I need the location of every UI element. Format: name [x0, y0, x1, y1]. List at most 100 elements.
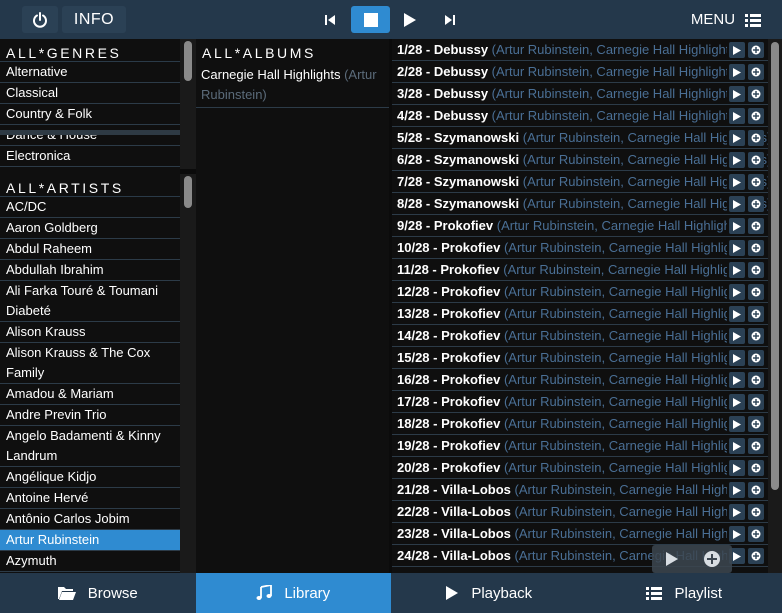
track-row[interactable]: 21/28 - Villa-Lobos (Artur Rubinstein, C… [392, 479, 768, 501]
add-track-button[interactable] [748, 108, 764, 124]
add-track-button[interactable] [748, 306, 764, 322]
play-track-button[interactable] [729, 350, 745, 366]
genre-item[interactable]: Dance & House [0, 125, 180, 146]
genre-item[interactable]: Country & Folk [0, 104, 180, 125]
play-track-button[interactable] [729, 42, 745, 58]
nav-tab-playback[interactable]: Playback [391, 573, 587, 613]
add-track-button[interactable] [748, 504, 764, 520]
genre-artist-divider[interactable] [0, 130, 196, 135]
add-track-button[interactable] [748, 526, 764, 542]
play-track-button[interactable] [729, 482, 745, 498]
track-row[interactable]: 5/28 - Szymanowski (Artur Rubinstein, Ca… [392, 127, 768, 149]
play-track-button[interactable] [729, 240, 745, 256]
play-all-icon[interactable] [664, 550, 680, 568]
artist-item[interactable]: Ali Farka Touré & Toumani Diabeté [0, 281, 180, 322]
add-track-button[interactable] [748, 438, 764, 454]
play-track-button[interactable] [729, 504, 745, 520]
nav-tab-library[interactable]: Library [195, 573, 391, 613]
play-track-button[interactable] [729, 262, 745, 278]
artist-item[interactable]: Antoine Hervé [0, 488, 180, 509]
album-item[interactable]: Carnegie Hall Highlights (Artur Rubinste… [196, 62, 389, 108]
add-track-button[interactable] [748, 482, 764, 498]
add-track-button[interactable] [748, 284, 764, 300]
nav-tab-playlist[interactable]: Playlist [587, 573, 782, 613]
artist-item[interactable]: Alison Krauss [0, 322, 180, 343]
genre-item[interactable]: Alternative [0, 62, 180, 83]
artist-item[interactable]: Artur Rubinstein [0, 530, 180, 551]
track-row[interactable]: 12/28 - Prokofiev (Artur Rubinstein, Car… [392, 281, 768, 303]
next-track-button[interactable] [432, 6, 468, 33]
play-track-button[interactable] [729, 328, 745, 344]
play-track-button[interactable] [729, 152, 745, 168]
add-track-button[interactable] [748, 130, 764, 146]
artist-item[interactable]: AC/DC [0, 197, 180, 218]
play-track-button[interactable] [729, 438, 745, 454]
add-track-button[interactable] [748, 152, 764, 168]
play-track-button[interactable] [729, 394, 745, 410]
power-button[interactable] [22, 6, 58, 33]
add-track-button[interactable] [748, 218, 764, 234]
track-row[interactable]: 4/28 - Debussy (Artur Rubinstein, Carneg… [392, 105, 768, 127]
play-track-button[interactable] [729, 218, 745, 234]
add-track-button[interactable] [748, 174, 764, 190]
stop-button[interactable] [351, 6, 390, 33]
add-track-button[interactable] [748, 460, 764, 476]
play-track-button[interactable] [729, 108, 745, 124]
genre-item[interactable]: Classical [0, 83, 180, 104]
add-track-button[interactable] [748, 350, 764, 366]
artists-scrollbar-thumb[interactable] [184, 176, 192, 208]
track-row[interactable]: 22/28 - Villa-Lobos (Artur Rubinstein, C… [392, 501, 768, 523]
add-track-button[interactable] [748, 416, 764, 432]
track-row[interactable]: 19/28 - Prokofiev (Artur Rubinstein, Car… [392, 435, 768, 457]
artist-item[interactable]: Abdul Raheem [0, 239, 180, 260]
track-row[interactable]: 7/28 - Szymanowski (Artur Rubinstein, Ca… [392, 171, 768, 193]
track-row[interactable]: 15/28 - Prokofiev (Artur Rubinstein, Car… [392, 347, 768, 369]
tracks-scrollbar-thumb[interactable] [771, 42, 779, 490]
add-all-icon[interactable] [703, 550, 721, 568]
add-track-button[interactable] [748, 328, 764, 344]
add-track-button[interactable] [748, 64, 764, 80]
track-row[interactable]: 1/28 - Debussy (Artur Rubinstein, Carneg… [392, 39, 768, 61]
track-row[interactable]: 2/28 - Debussy (Artur Rubinstein, Carneg… [392, 61, 768, 83]
artist-item[interactable]: Angélique Kidjo [0, 467, 180, 488]
track-row[interactable]: 3/28 - Debussy (Artur Rubinstein, Carneg… [392, 83, 768, 105]
track-row[interactable]: 18/28 - Prokofiev (Artur Rubinstein, Car… [392, 413, 768, 435]
artist-item[interactable]: Alison Krauss & The Cox Family [0, 343, 180, 384]
previous-track-button[interactable] [312, 6, 348, 33]
info-button[interactable]: INFO [62, 6, 126, 33]
play-track-button[interactable] [729, 64, 745, 80]
play-track-button[interactable] [729, 196, 745, 212]
track-row[interactable]: 20/28 - Prokofiev (Artur Rubinstein, Car… [392, 457, 768, 479]
track-row[interactable]: 17/28 - Prokofiev (Artur Rubinstein, Car… [392, 391, 768, 413]
play-track-button[interactable] [729, 174, 745, 190]
artist-item[interactable]: Amadou & Mariam [0, 384, 180, 405]
track-row[interactable]: 11/28 - Prokofiev (Artur Rubinstein, Car… [392, 259, 768, 281]
add-track-button[interactable] [748, 548, 764, 564]
nav-tab-browse[interactable]: Browse [0, 573, 196, 613]
play-track-button[interactable] [729, 372, 745, 388]
track-row[interactable]: 13/28 - Prokofiev (Artur Rubinstein, Car… [392, 303, 768, 325]
track-row[interactable]: 9/28 - Prokofiev (Artur Rubinstein, Carn… [392, 215, 768, 237]
track-row[interactable]: 10/28 - Prokofiev (Artur Rubinstein, Car… [392, 237, 768, 259]
menu-button[interactable]: MENU [676, 6, 776, 33]
track-row[interactable]: 23/28 - Villa-Lobos (Artur Rubinstein, C… [392, 523, 768, 545]
play-track-button[interactable] [729, 284, 745, 300]
play-track-button[interactable] [729, 416, 745, 432]
artists-scrollbar[interactable] [180, 174, 196, 573]
play-track-button[interactable] [729, 460, 745, 476]
artist-item[interactable]: Abdullah Ibrahim [0, 260, 180, 281]
track-row[interactable]: 16/28 - Prokofiev (Artur Rubinstein, Car… [392, 369, 768, 391]
track-row[interactable]: 6/28 - Szymanowski (Artur Rubinstein, Ca… [392, 149, 768, 171]
genres-scrollbar[interactable] [180, 39, 196, 169]
play-track-button[interactable] [729, 130, 745, 146]
genre-item[interactable]: Electronica [0, 146, 180, 167]
play-track-button[interactable] [729, 526, 745, 542]
artist-item[interactable]: Andre Previn Trio [0, 405, 180, 426]
play-track-button[interactable] [729, 306, 745, 322]
track-row[interactable]: 8/28 - Szymanowski (Artur Rubinstein, Ca… [392, 193, 768, 215]
add-track-button[interactable] [748, 372, 764, 388]
add-track-button[interactable] [748, 86, 764, 102]
artist-item[interactable]: Aaron Goldberg [0, 218, 180, 239]
genres-scrollbar-thumb[interactable] [184, 41, 192, 81]
add-track-button[interactable] [748, 262, 764, 278]
